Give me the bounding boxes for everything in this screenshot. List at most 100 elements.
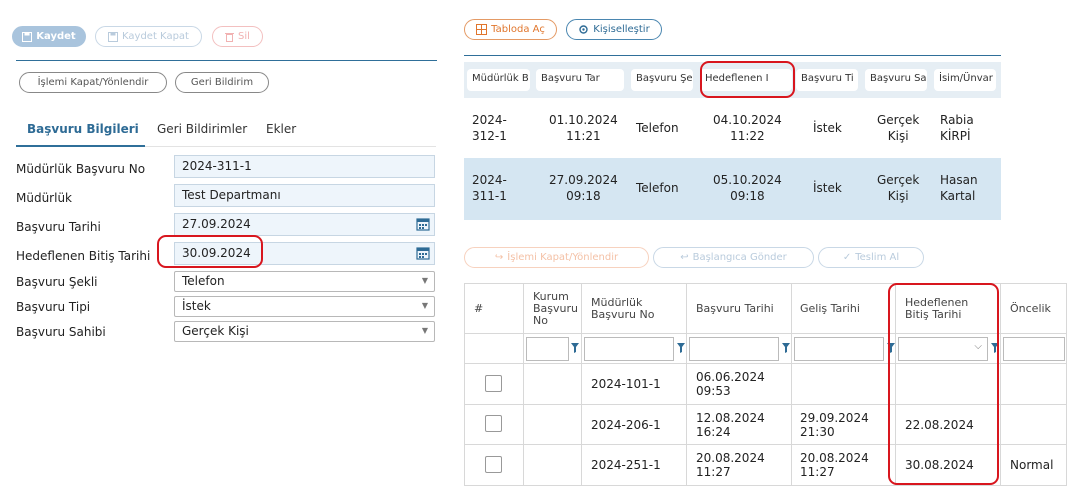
grid2-col-basvuru-tarihi[interactable]: Başvuru Tarihi xyxy=(696,303,774,315)
customize-button[interactable]: Kişiselleştir xyxy=(566,19,662,40)
filter-input-mudurluk[interactable] xyxy=(584,337,674,361)
grid1-col-basvuru-tarihi[interactable]: Başvuru Tar xyxy=(536,69,624,91)
highlight-hedeflenen-header xyxy=(700,61,795,98)
field-label-no: Müdürlük Başvuru No xyxy=(16,162,146,176)
grid1-col-basvuru-sekli[interactable]: Başvuru Şe xyxy=(631,69,693,91)
filter-icon[interactable] xyxy=(571,343,579,353)
cell-name: Kartal xyxy=(940,189,976,203)
feedback-button[interactable]: Geri Bildirim xyxy=(175,72,269,93)
cell-no: 311-1 xyxy=(472,189,507,203)
cell-owner: Gerçek xyxy=(877,113,920,127)
table-row-selected[interactable]: 2024- 311-1 27.09.2024 09:18 Telefon 05.10… xyxy=(464,158,1001,220)
grid-divider xyxy=(464,55,1001,56)
cell-date: 12.08.2024 16:24 xyxy=(696,411,765,439)
chevron-down-icon: ▼ xyxy=(421,326,428,335)
calendar-icon[interactable] xyxy=(416,217,430,231)
chevron-down-icon: ▼ xyxy=(421,276,428,285)
cell-no: 2024- xyxy=(472,113,507,127)
cell-date: 27.09.2024 xyxy=(549,173,618,187)
field-label-method: Başvuru Şekli xyxy=(16,275,98,289)
floppy-icon xyxy=(22,31,33,42)
field-label-date: Başvuru Tarihi xyxy=(16,220,101,234)
owner-select[interactable]: Gerçek Kişi ▼ xyxy=(174,321,435,342)
tab-ekler[interactable]: Ekler xyxy=(266,122,296,136)
lower-close-direct-label: İşlemi Kapat/Yönlendir xyxy=(507,252,619,263)
cell-no: 2024-206-1 xyxy=(591,418,661,432)
lower-close-direct-button[interactable]: ↪ İşlemi Kapat/Yönlendir xyxy=(464,247,649,268)
grid2-col-oncelik[interactable]: Öncelik xyxy=(1010,303,1051,315)
close-direct-button[interactable]: İşlemi Kapat/Yönlendir xyxy=(19,72,167,93)
grid2-col-sep xyxy=(523,283,524,486)
save-close-button[interactable]: Kaydet Kapat xyxy=(95,26,202,47)
grid2-col-sep xyxy=(686,283,687,486)
filter-input-basvuru-tarihi[interactable] xyxy=(689,337,779,361)
forward-icon: ↪ xyxy=(494,252,504,263)
grid1-col-basvuru-tipi[interactable]: Başvuru Ti xyxy=(796,69,858,91)
filter-input-gelis-tarihi[interactable] xyxy=(794,337,884,361)
cell-time: 09:18 xyxy=(730,189,765,203)
cell-type: İstek xyxy=(813,121,842,135)
trash-icon xyxy=(225,32,235,42)
cell-no: 2024-251-1 xyxy=(591,458,661,472)
cell-arrival-day: 29.09.2024 xyxy=(800,411,869,425)
highlight-target-date xyxy=(157,235,263,268)
cell-method: Telefon xyxy=(636,121,679,135)
method-select[interactable]: Telefon ▼ xyxy=(174,271,435,292)
field-label-dept: Müdürlük xyxy=(16,191,73,205)
grid2-col-gelis-tarihi[interactable]: Geliş Tarihi xyxy=(800,303,860,315)
filter-input-kurum[interactable] xyxy=(526,337,569,361)
filter-input-oncelik[interactable] xyxy=(1003,337,1065,361)
cell-target: 04.10.2024 xyxy=(713,113,782,127)
table-icon xyxy=(476,24,488,35)
receive-button[interactable]: ✓ Teslim Al xyxy=(818,247,924,268)
floppy-icon xyxy=(108,31,119,42)
calendar-icon[interactable] xyxy=(416,246,430,260)
grid2-col-kurum[interactable]: Kurum Başvuru No xyxy=(533,291,578,327)
cell-arrival: 29.09.2024 21:30 xyxy=(800,411,869,439)
send-start-button[interactable]: ↩ Başlangıca Gönder xyxy=(653,247,814,268)
cell-no: 2024- xyxy=(472,173,507,187)
cell-name: Rabia xyxy=(940,113,974,127)
grid1-col-isim[interactable]: İsim/Ünvar xyxy=(934,69,996,91)
save-button[interactable]: Kaydet xyxy=(12,26,86,47)
filter-icon[interactable] xyxy=(677,343,685,353)
cell-type: İstek xyxy=(813,181,842,195)
tab-basvuru-bilgileri[interactable]: Başvuru Bilgileri xyxy=(27,122,139,136)
cell-name: Hasan xyxy=(940,173,978,187)
cell-arrival-day: 20.08.2024 xyxy=(800,451,869,465)
customize-label: Kişiselleştir xyxy=(593,24,650,35)
save-label: Kaydet xyxy=(36,31,76,42)
filter-icon[interactable] xyxy=(782,343,790,353)
toolbar-divider xyxy=(16,60,437,61)
field-label-owner: Başvuru Sahibi xyxy=(16,325,106,339)
open-table-button[interactable]: Tabloda Aç xyxy=(464,19,557,40)
row-checkbox[interactable] xyxy=(485,375,502,392)
save-close-label: Kaydet Kapat xyxy=(122,31,189,42)
application-date-field[interactable]: 27.09.2024 xyxy=(174,213,435,236)
highlight-hedeflenen-column xyxy=(888,283,999,485)
cell-owner: Kişi xyxy=(887,189,909,203)
cell-name: KİRPİ xyxy=(940,129,971,143)
row-checkbox[interactable] xyxy=(485,415,502,432)
cell-time: 09:18 xyxy=(566,189,601,203)
header-text: Başvuru No xyxy=(591,308,655,321)
active-tab-indicator xyxy=(16,145,145,147)
send-start-label: Başlangıca Gönder xyxy=(692,252,787,263)
department-field[interactable]: Test Departmanı xyxy=(174,184,435,207)
type-select[interactable]: İstek ▼ xyxy=(174,296,435,317)
cell-date-time: 16:24 xyxy=(696,425,731,439)
receive-label: Teslim Al xyxy=(855,252,900,263)
grid1-col-mudurluk[interactable]: Müdürlük B xyxy=(467,69,530,91)
type-value: İstek xyxy=(182,299,211,313)
grid2-col-mudurluk[interactable]: Müdürlük Başvuru No xyxy=(591,297,654,321)
row-checkbox[interactable] xyxy=(485,456,502,473)
grid1-col-basvuru-sahibi[interactable]: Başvuru Sa xyxy=(865,69,927,91)
tab-geri-bildirimler[interactable]: Geri Bildirimler xyxy=(157,122,247,136)
back-icon: ↩ xyxy=(680,252,689,263)
delete-button[interactable]: Sil xyxy=(212,26,263,47)
table-row[interactable]: 2024- 312-1 01.10.2024 11:21 Telefon 04.10… xyxy=(464,98,1001,160)
cell-time: 11:22 xyxy=(730,129,765,143)
cell-arrival: 20.08.2024 11:27 xyxy=(800,451,869,479)
cell-date: 20.08.2024 11:27 xyxy=(696,451,765,479)
application-no-field[interactable]: 2024-311-1 xyxy=(174,155,435,178)
